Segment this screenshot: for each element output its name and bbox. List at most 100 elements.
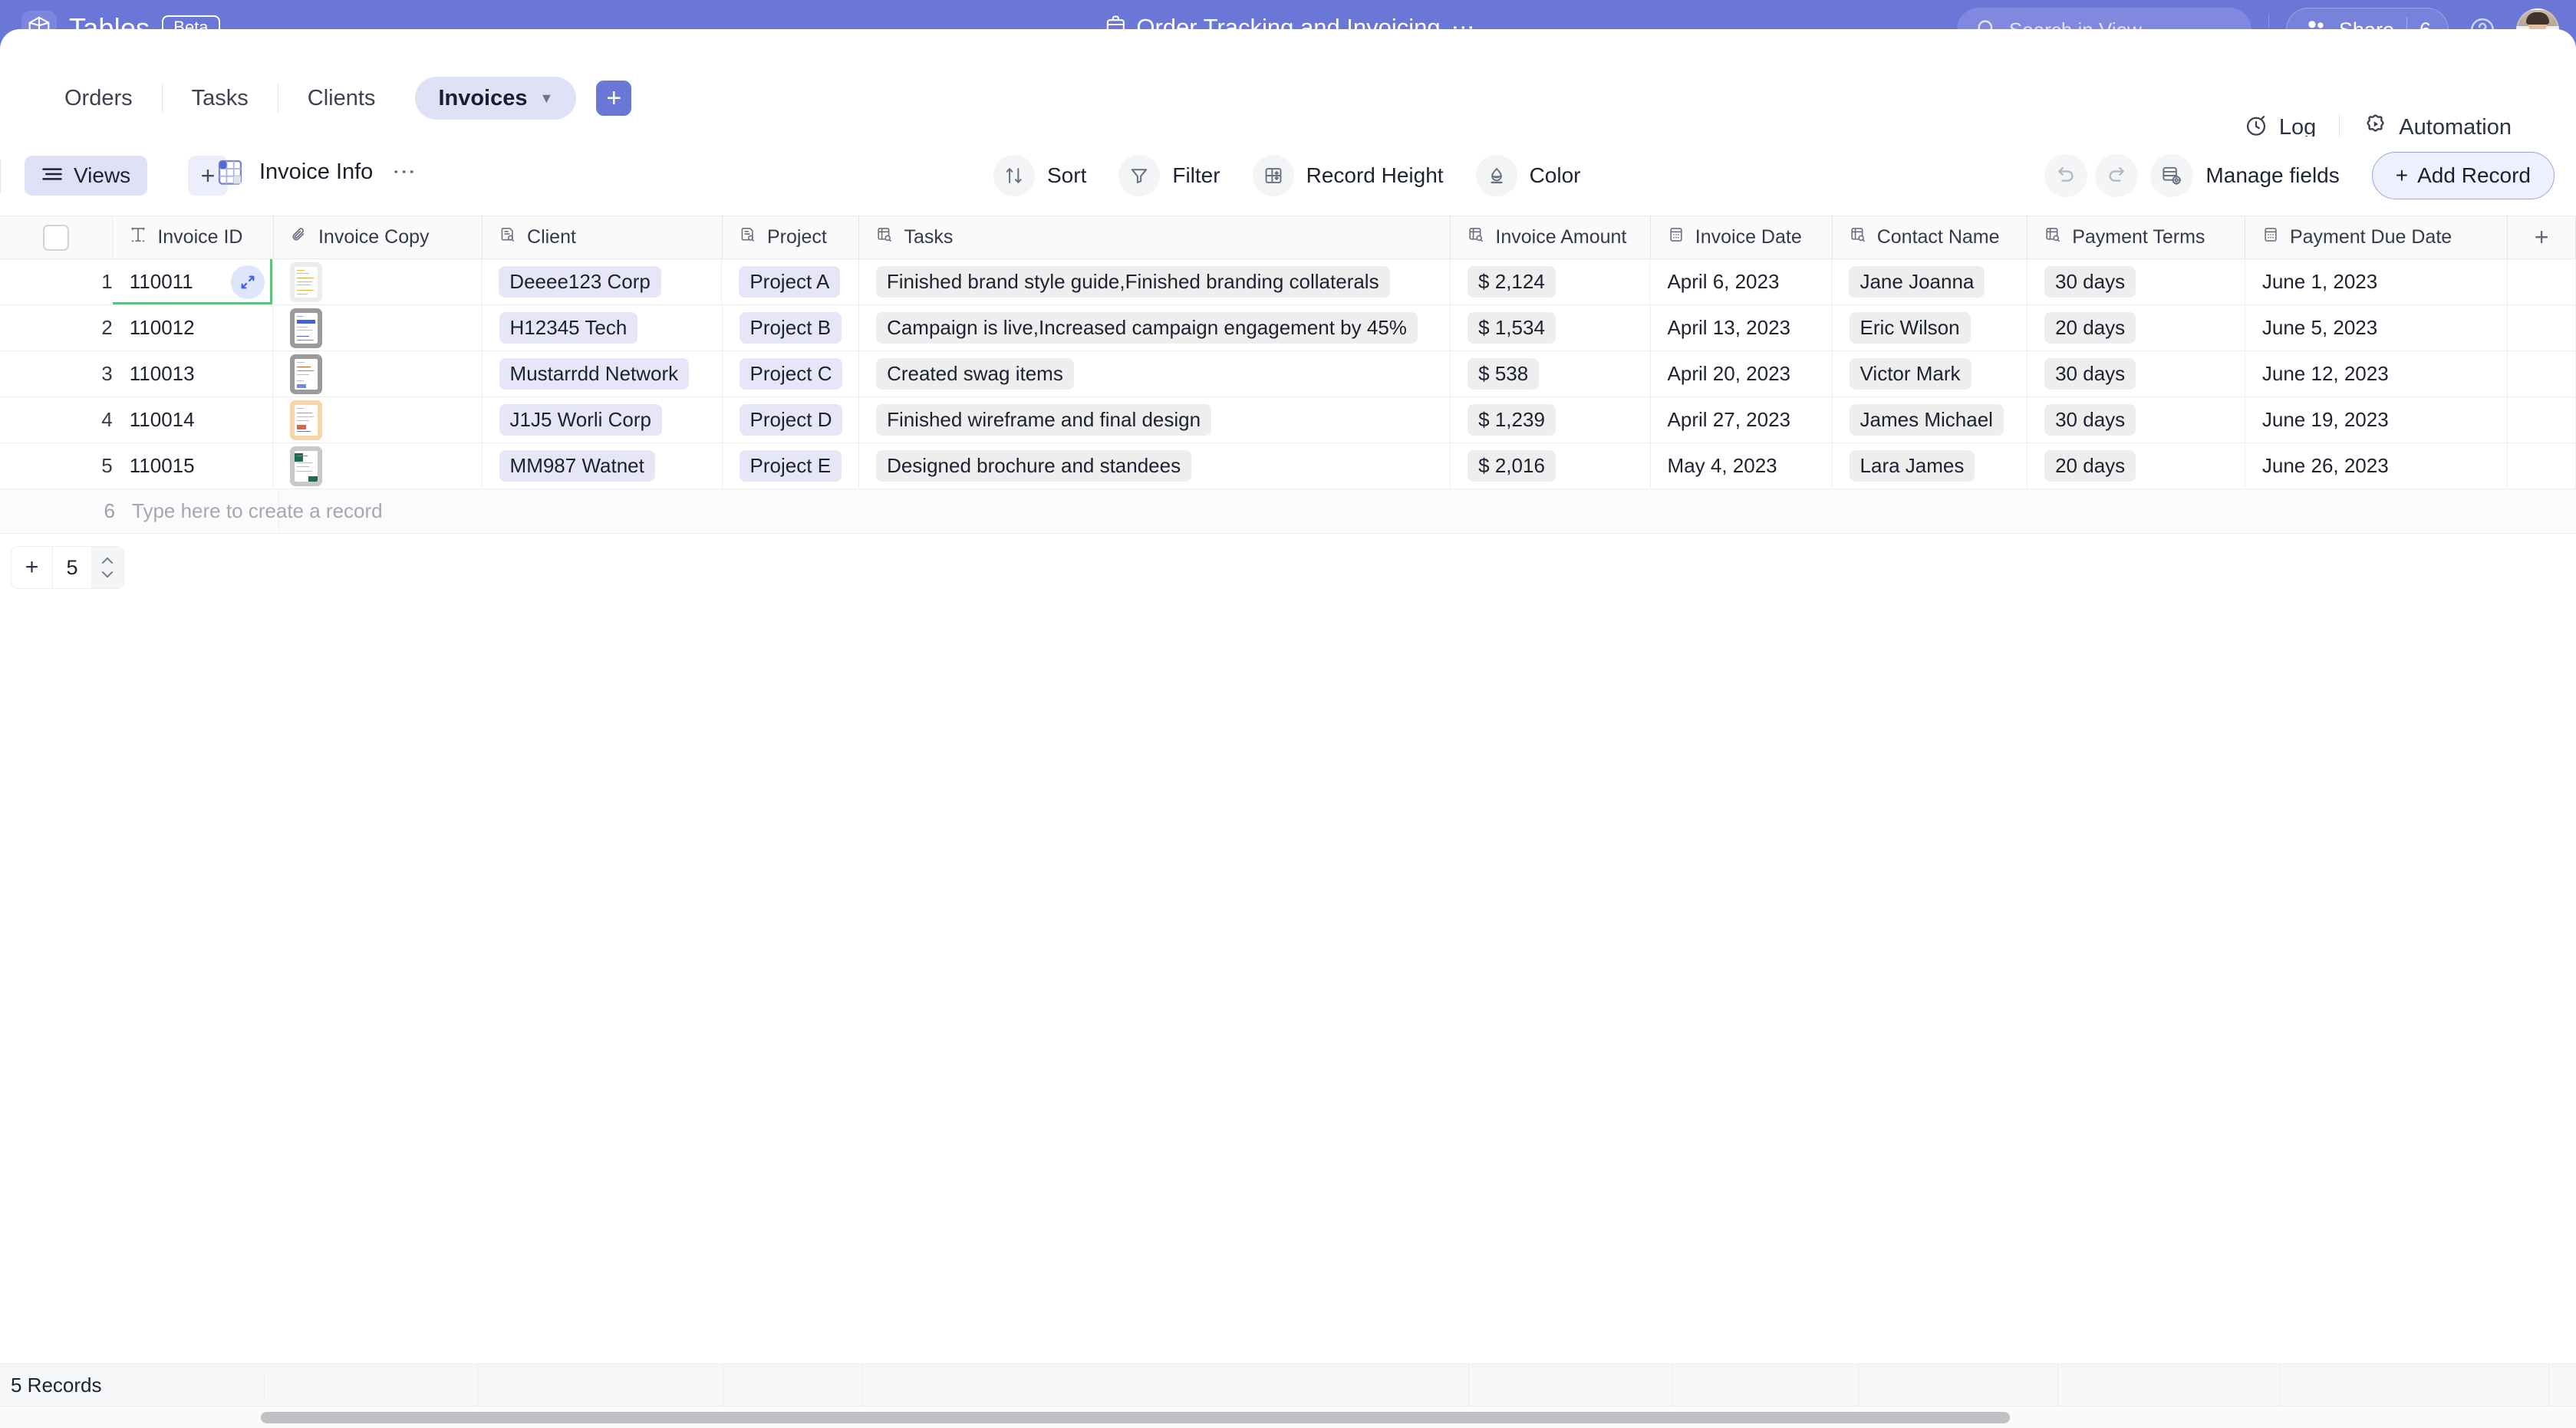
cell-invoice-id[interactable]: 110013 bbox=[113, 351, 274, 396]
chevron-down-icon[interactable]: ▼ bbox=[540, 90, 554, 107]
footer-cell[interactable] bbox=[1673, 1364, 1859, 1406]
cell-invoice-amount[interactable]: $ 1,534 bbox=[1451, 305, 1651, 350]
horizontal-scrollbar[interactable] bbox=[0, 1407, 2576, 1428]
cell-invoice-id[interactable]: 110014 bbox=[113, 397, 274, 443]
table-menu-icon[interactable]: ⋮ bbox=[391, 160, 417, 183]
footer-cell[interactable] bbox=[723, 1364, 863, 1406]
cell-client[interactable]: Mustarrdd Network bbox=[483, 351, 723, 396]
cell-contact-name[interactable]: Jane Joanna bbox=[1832, 259, 2028, 304]
filter-button[interactable]: Filter bbox=[1111, 153, 1237, 198]
column-header-invoice-copy[interactable]: Invoice Copy bbox=[273, 216, 483, 258]
tab-invoices[interactable]: Invoices ▼ bbox=[415, 77, 577, 120]
column-header-invoice-date[interactable]: Invoice Date bbox=[1650, 216, 1833, 258]
column-header-tasks[interactable]: Tasks bbox=[859, 216, 1451, 258]
table-name[interactable]: Invoice Info ⋮ bbox=[216, 157, 417, 186]
column-header-payment-terms[interactable]: Payment Terms bbox=[2028, 216, 2245, 258]
tab-clients[interactable]: Clients bbox=[278, 77, 405, 120]
add-record-button[interactable]: + Add Record bbox=[2371, 152, 2555, 199]
cell-invoice-copy[interactable] bbox=[273, 259, 483, 304]
cell-payment-due-date[interactable]: June 12, 2023 bbox=[2245, 351, 2508, 396]
chevron-up-down-icon[interactable] bbox=[91, 547, 124, 588]
manage-fields-button[interactable]: Manage fields bbox=[2146, 154, 2353, 197]
cell-payment-terms[interactable]: 20 days bbox=[2028, 305, 2245, 350]
cell-contact-name[interactable]: Lara James bbox=[1833, 443, 2028, 489]
cell-invoice-amount[interactable]: $ 538 bbox=[1451, 351, 1651, 396]
cell-project[interactable]: Project A bbox=[722, 259, 859, 304]
cell-contact-name[interactable]: Victor Mark bbox=[1833, 351, 2028, 396]
cell-value: April 27, 2023 bbox=[1667, 408, 1790, 431]
cell-invoice-date[interactable]: April 13, 2023 bbox=[1651, 305, 1833, 350]
footer-cell[interactable] bbox=[1859, 1364, 2058, 1406]
cell-payment-terms[interactable]: 30 days bbox=[2028, 397, 2245, 443]
cell-payment-terms[interactable]: 20 days bbox=[2028, 443, 2245, 489]
sort-button[interactable]: Sort bbox=[986, 153, 1103, 198]
cell-invoice-date[interactable]: April 6, 2023 bbox=[1650, 259, 1833, 304]
cell-payment-due-date[interactable]: June 26, 2023 bbox=[2245, 443, 2508, 489]
cell-invoice-amount[interactable]: $ 2,124 bbox=[1451, 259, 1651, 304]
cell-tasks[interactable]: Campaign is live,Increased campaign enga… bbox=[859, 305, 1451, 350]
column-header-contact-name[interactable]: Contact Name bbox=[1832, 216, 2028, 258]
cell-tasks[interactable]: Created swag items bbox=[859, 351, 1451, 396]
cell-invoice-date[interactable]: May 4, 2023 bbox=[1651, 443, 1833, 489]
cell-client[interactable]: H12345 Tech bbox=[483, 305, 723, 350]
cell-invoice-date[interactable]: April 20, 2023 bbox=[1651, 351, 1833, 396]
cell-payment-terms[interactable]: 30 days bbox=[2028, 351, 2245, 396]
cell-tasks[interactable]: Designed brochure and standees bbox=[859, 443, 1451, 489]
footer-cell[interactable] bbox=[478, 1364, 723, 1406]
cell-invoice-id[interactable]: 110011 bbox=[112, 259, 274, 304]
cell-invoice-id[interactable]: 110015 bbox=[113, 443, 274, 489]
column-header-invoice-id[interactable]: Invoice ID bbox=[113, 216, 274, 258]
column-header-client[interactable]: Client bbox=[483, 216, 723, 258]
record-counter-stepper[interactable]: + 5 bbox=[11, 546, 124, 589]
cell-payment-due-date[interactable]: June 1, 2023 bbox=[2245, 259, 2508, 304]
cell-payment-due-date[interactable]: June 19, 2023 bbox=[2245, 397, 2508, 443]
column-header-payment-due-date[interactable]: Payment Due Date bbox=[2245, 216, 2508, 258]
new-record-row[interactable]: 6 Type here to create a record bbox=[0, 489, 2576, 534]
cell-payment-due-date[interactable]: June 5, 2023 bbox=[2245, 305, 2508, 350]
cell-client[interactable]: Deeee123 Corp bbox=[482, 259, 723, 304]
cell-invoice-amount[interactable]: $ 2,016 bbox=[1451, 443, 1651, 489]
cell-project[interactable]: Project E bbox=[723, 443, 860, 489]
cell-client[interactable]: MM987 Watnet bbox=[483, 443, 723, 489]
sort-label: Sort bbox=[1047, 163, 1087, 187]
footer-cell[interactable] bbox=[863, 1364, 1469, 1406]
cell-invoice-amount[interactable]: $ 1,239 bbox=[1451, 397, 1651, 443]
cell-tasks[interactable]: Finished brand style guide,Finished bran… bbox=[859, 259, 1451, 304]
tab-tasks[interactable]: Tasks bbox=[163, 77, 278, 120]
cell-invoice-id[interactable]: 110012 bbox=[113, 305, 274, 350]
footer-cell[interactable] bbox=[265, 1364, 478, 1406]
cell-project[interactable]: Project C bbox=[723, 351, 860, 396]
new-record-rest[interactable] bbox=[279, 489, 2576, 533]
cell-contact-name[interactable]: James Michael bbox=[1833, 397, 2028, 443]
cell-client[interactable]: J1J5 Worli Corp bbox=[483, 397, 723, 443]
footer-cell[interactable] bbox=[2058, 1364, 2281, 1406]
add-column-button[interactable]: + bbox=[2508, 216, 2576, 258]
cell-invoice-copy[interactable] bbox=[273, 443, 483, 489]
new-record-placeholder[interactable]: Type here to create a record bbox=[115, 489, 383, 533]
cell-invoice-copy[interactable] bbox=[273, 397, 483, 443]
add-tab-button[interactable]: + bbox=[596, 81, 632, 116]
cell-invoice-copy[interactable] bbox=[273, 305, 483, 350]
footer-cell[interactable] bbox=[1469, 1364, 1673, 1406]
cell-payment-terms[interactable]: 30 days bbox=[2028, 259, 2245, 304]
scrollbar-thumb[interactable] bbox=[261, 1412, 2010, 1423]
column-header-project[interactable]: Project bbox=[722, 216, 860, 258]
column-header-invoice-amount[interactable]: Invoice Amount bbox=[1451, 216, 1651, 258]
tab-orders[interactable]: Orders bbox=[35, 77, 162, 120]
expand-arrows-icon[interactable] bbox=[231, 265, 265, 299]
cell-project[interactable]: Project B bbox=[723, 305, 860, 350]
footer-cell[interactable] bbox=[2281, 1364, 2549, 1406]
color-button[interactable]: Color bbox=[1468, 153, 1598, 198]
cell-project[interactable]: Project D bbox=[723, 397, 860, 443]
views-button[interactable]: Views bbox=[25, 156, 148, 196]
cell-tasks[interactable]: Finished wireframe and final design bbox=[859, 397, 1451, 443]
add-rows-button[interactable]: + bbox=[12, 547, 53, 588]
undo-button[interactable] bbox=[2044, 154, 2088, 197]
record-height-button[interactable]: Record Height bbox=[1245, 153, 1461, 198]
cell-contact-name[interactable]: Eric Wilson bbox=[1833, 305, 2028, 350]
cell-invoice-date[interactable]: April 27, 2023 bbox=[1651, 397, 1833, 443]
redo-button[interactable] bbox=[2095, 154, 2139, 197]
rollup-field-icon bbox=[1468, 226, 1484, 248]
select-all-checkbox[interactable] bbox=[0, 216, 114, 258]
cell-invoice-copy[interactable] bbox=[273, 351, 483, 396]
